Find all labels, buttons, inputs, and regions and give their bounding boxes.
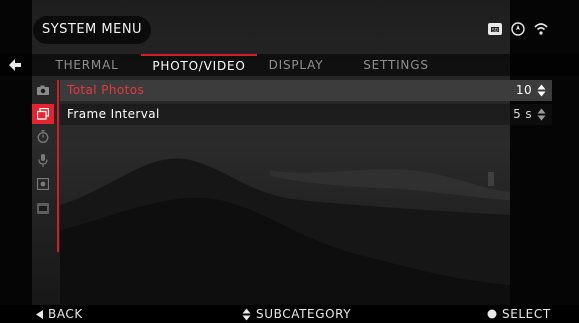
subcategory-hint[interactable]: SUBCATEGORY	[242, 305, 351, 323]
microphone-icon[interactable]	[32, 150, 54, 170]
left-triangle-icon	[36, 309, 43, 319]
up-down-arrows-icon[interactable]	[537, 108, 546, 121]
category-tab-bar: THERMAL PHOTO/VIDEO DISPLAY SETTINGS	[0, 54, 579, 76]
compass-icon	[507, 18, 529, 40]
button-hint-bar: BACK SUBCATEGORY SELECT	[0, 305, 579, 323]
active-column-indicator	[57, 80, 59, 252]
thermal-scene-background	[0, 0, 579, 323]
total-photos-value-group[interactable]: 10	[516, 80, 546, 101]
back-hint-label: BACK	[48, 307, 83, 321]
select-hint-label: SELECT	[502, 307, 551, 321]
right-border	[510, 0, 579, 323]
subcategory-icon-column	[32, 80, 56, 252]
frame-interval-row[interactable]: Frame Interval 5 s	[60, 104, 552, 125]
total-photos-value: 10	[515, 83, 532, 97]
video-settings-icon[interactable]	[32, 174, 54, 194]
circle-button-icon	[487, 309, 497, 319]
camera-icon[interactable]	[32, 80, 54, 100]
total-photos-label: Total Photos	[67, 83, 145, 97]
timer-icon[interactable]	[32, 126, 54, 146]
frame-interval-value: 5 s	[513, 107, 532, 121]
subcategory-hint-label: SUBCATEGORY	[256, 307, 352, 321]
photo-stack-icon[interactable]	[32, 104, 54, 124]
tab-thermal[interactable]: THERMAL	[52, 54, 122, 76]
sd-card-icon: SD	[484, 18, 506, 40]
system-menu-title: SYSTEM MENU	[33, 16, 151, 44]
up-down-arrows-icon[interactable]	[537, 84, 546, 97]
total-photos-row[interactable]: Total Photos 10	[60, 80, 552, 101]
sd-card-icon[interactable]	[32, 198, 54, 218]
svg-text:SD: SD	[492, 28, 499, 34]
back-hint[interactable]: BACK	[36, 305, 83, 323]
frame-interval-value-group[interactable]: 5 s	[513, 104, 546, 125]
up-down-arrows-icon	[242, 308, 251, 320]
tab-photo-video[interactable]: PHOTO/VIDEO	[141, 54, 257, 76]
wifi-icon	[530, 18, 552, 40]
tab-display[interactable]: DISPLAY	[263, 54, 329, 76]
frame-interval-label: Frame Interval	[67, 107, 160, 121]
left-border	[0, 0, 32, 323]
select-hint[interactable]: SELECT	[487, 305, 551, 323]
back-arrow-icon[interactable]	[6, 56, 24, 74]
device-screen: SYSTEM MENU SD THERMAL PHOTO/VIDEO DISPL…	[0, 0, 579, 323]
tab-settings[interactable]: SETTINGS	[356, 54, 436, 76]
